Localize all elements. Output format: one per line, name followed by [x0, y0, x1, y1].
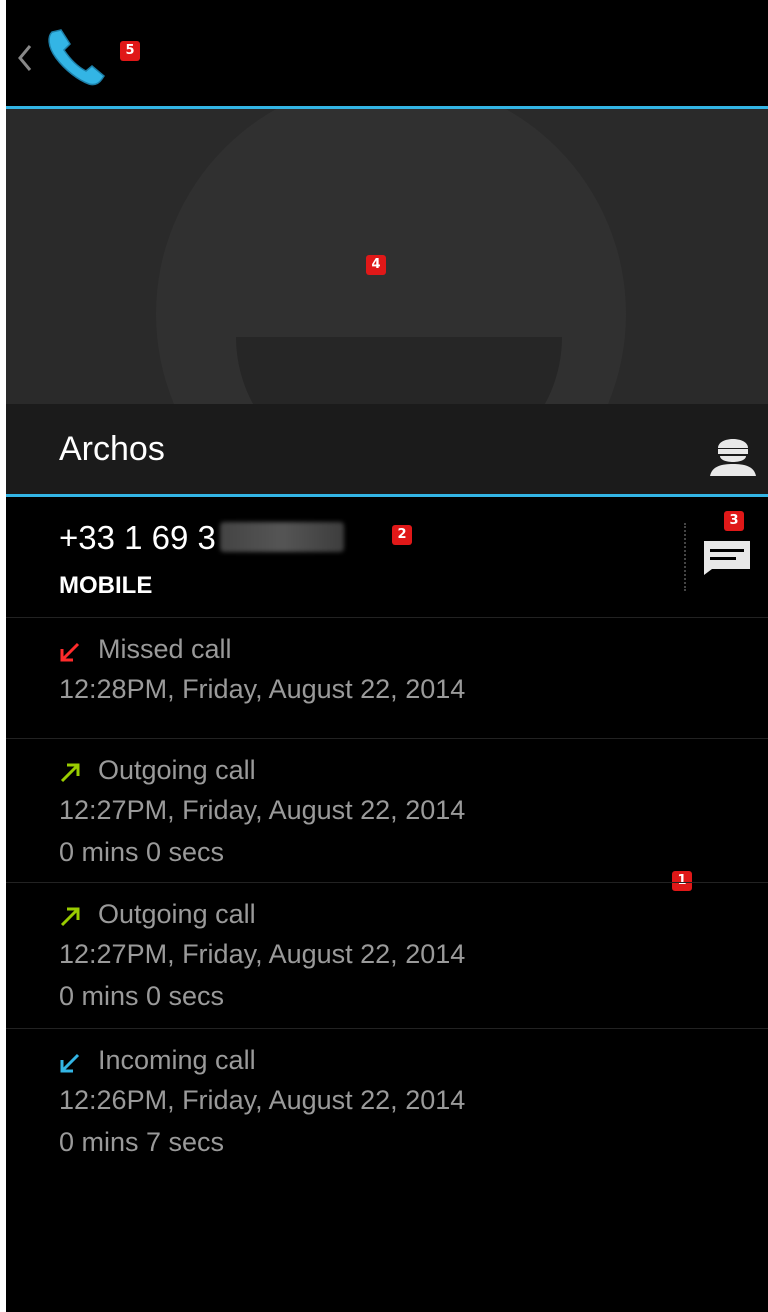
call-time: 12:27PM, Friday, August 22, 2014: [59, 939, 466, 969]
call-entry-outgoing-1: Outgoing call 12:27PM, Friday, August 22…: [6, 738, 768, 891]
chevron-left-icon[interactable]: [14, 38, 36, 78]
action-bar: 5: [6, 0, 768, 106]
number-type-label: MOBILE: [59, 572, 153, 599]
call-type: Missed call: [98, 634, 232, 664]
contact-person-icon[interactable]: [708, 426, 758, 476]
contact-name: Archos: [59, 430, 165, 468]
vertical-separator: [684, 523, 686, 591]
call-duration: 0 mins 7 secs: [59, 1127, 225, 1157]
contact-name-bar: Archos: [6, 404, 768, 494]
call-details-screen: 5 4 Archos +33 1 69 3 MOBILE 2 3 Missed …: [0, 0, 768, 1312]
redacted-digits: [219, 522, 344, 552]
outgoing-call-arrow-icon: [60, 763, 80, 783]
call-type: Incoming call: [98, 1045, 256, 1075]
call-time: 12:26PM, Friday, August 22, 2014: [59, 1085, 466, 1115]
incoming-call-arrow-icon: [60, 1053, 80, 1073]
call-duration: 0 mins 0 secs: [59, 981, 225, 1011]
phone-icon[interactable]: [42, 24, 108, 90]
default-avatar-body: [236, 337, 562, 404]
outgoing-call-arrow-icon: [60, 907, 80, 927]
call-entry-missed: Missed call 12:28PM, Friday, August 22, …: [6, 617, 768, 738]
call-entry-incoming: Incoming call 12:26PM, Friday, August 22…: [6, 1028, 768, 1179]
phone-number-row[interactable]: +33 1 69 3 MOBILE 2 3: [6, 497, 768, 617]
contact-photo[interactable]: 4: [6, 109, 768, 404]
call-type: Outgoing call: [98, 755, 256, 785]
call-entry-outgoing-2: Outgoing call 12:27PM, Friday, August 22…: [6, 882, 768, 1028]
callout-badge-5: 5: [120, 41, 140, 61]
call-time: 12:27PM, Friday, August 22, 2014: [59, 795, 466, 825]
call-duration: 0 mins 0 secs: [59, 837, 225, 867]
callout-badge-2: 2: [392, 525, 412, 545]
callout-badge-4: 4: [366, 255, 386, 275]
call-time: 12:28PM, Friday, August 22, 2014: [59, 674, 466, 704]
phone-number-visible: +33 1 69 3: [59, 519, 216, 556]
message-icon[interactable]: [702, 537, 752, 577]
phone-number: +33 1 69 3: [59, 519, 344, 557]
call-type: Outgoing call: [98, 899, 256, 929]
missed-call-arrow-icon: [60, 642, 80, 662]
callout-badge-3: 3: [724, 511, 744, 531]
